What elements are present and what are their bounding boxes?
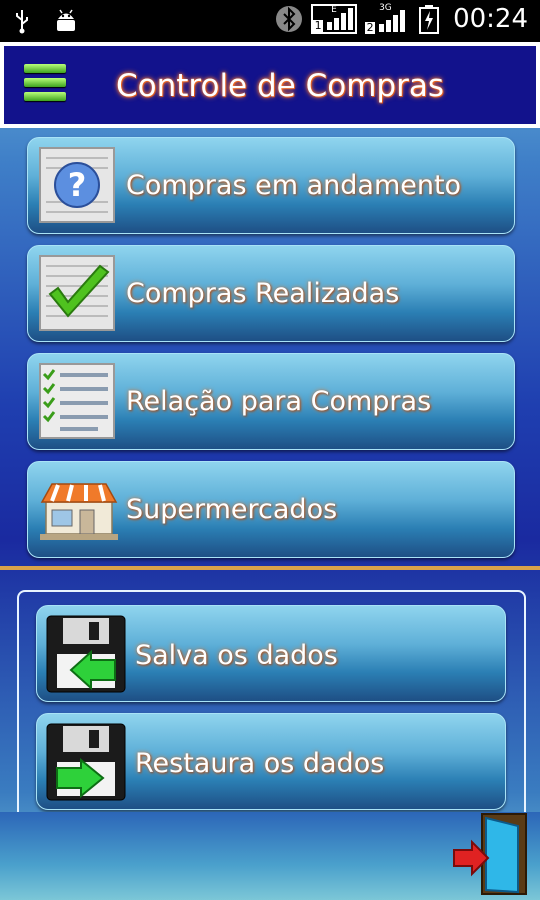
question-clipboard-icon: ? [39, 147, 115, 223]
menu-item-label: Compras em andamento [126, 170, 462, 201]
data-action-label: Salva os dados [135, 640, 338, 671]
status-bar: E 1 3G 2 00:24 [0, 0, 540, 42]
page-title: Controle de Compras [116, 68, 444, 104]
floppy-restore-icon [46, 723, 126, 801]
battery-charging-icon [419, 5, 440, 34]
restaura-os-dados-button[interactable]: Restaura os dados [36, 713, 506, 810]
usb-icon [16, 10, 28, 34]
compras-realizadas-button[interactable]: Compras Realizadas [27, 245, 515, 342]
menu-item-label: Compras Realizadas [126, 278, 400, 309]
exit-door-icon[interactable] [452, 812, 528, 896]
compras-em-andamento-button[interactable]: ? Compras em andamento [27, 137, 515, 234]
clock: 00:24 [453, 4, 528, 34]
supermercados-button[interactable]: Supermercados [27, 461, 515, 558]
salva-os-dados-button[interactable]: Salva os dados [36, 605, 506, 702]
relacao-para-compras-button[interactable]: Relação para Compras [27, 353, 515, 450]
menu-item-label: Relação para Compras [126, 386, 432, 417]
checkmark-clipboard-icon [39, 255, 115, 331]
sim-number-label: 1 [313, 19, 324, 32]
store-icon [40, 483, 118, 540]
signal-e-icon: E 1 [311, 4, 358, 34]
android-debug-icon [57, 9, 75, 31]
data-action-label: Restaura os dados [135, 748, 385, 779]
app-header-bar: Controle de Compras [4, 46, 536, 124]
floppy-save-icon [46, 615, 126, 693]
network-type-label: 3G [379, 3, 392, 13]
bluetooth-icon [276, 6, 303, 32]
section-divider [0, 566, 540, 570]
checklist-icon [39, 363, 115, 439]
signal-3g-icon: 3G 2 [365, 3, 411, 34]
menu-item-label: Supermercados [126, 494, 338, 525]
sim-number-label: 2 [365, 21, 376, 34]
network-type-label: E [331, 5, 337, 15]
svg-text:?: ? [68, 166, 87, 204]
hamburger-menu-icon[interactable] [24, 64, 66, 108]
app-header: Controle de Compras [0, 42, 540, 128]
